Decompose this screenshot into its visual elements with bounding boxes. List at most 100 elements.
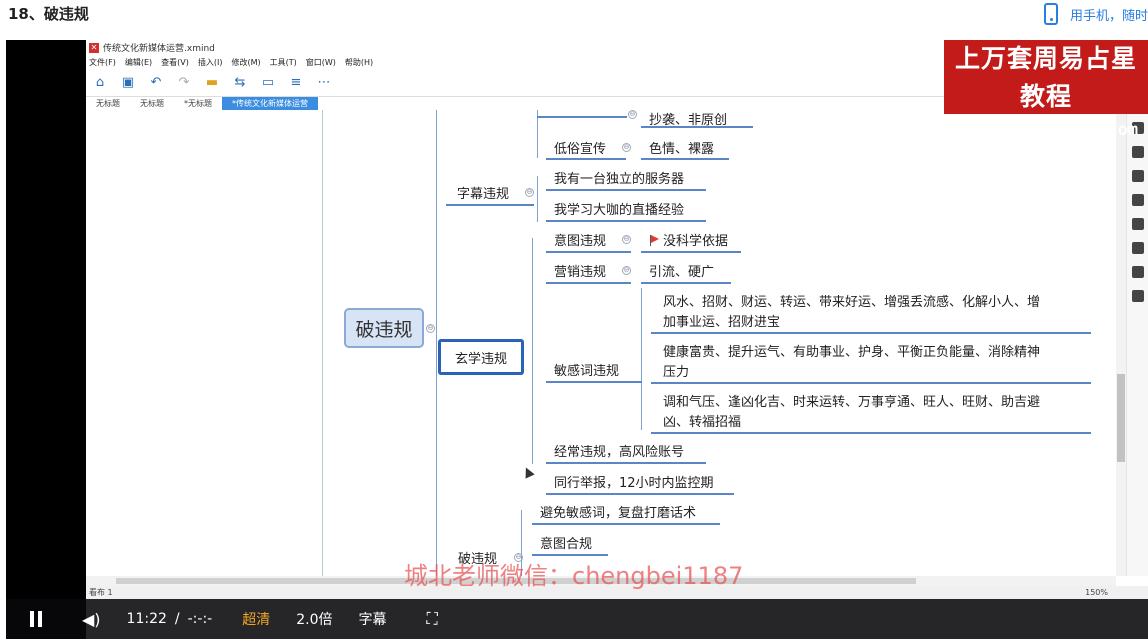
topic-underline [546,493,734,495]
root-topic[interactable]: 破违规 [344,308,424,348]
label-icon[interactable] [1131,218,1144,230]
topic-underline [546,189,706,191]
topic-subtitle-1[interactable]: 我有一台独立的服务器 [554,168,684,187]
topic-sensitive-words[interactable]: 敏感词违规 [554,360,619,379]
connector [532,238,533,464]
relationship-icon[interactable]: ⇆ [232,75,248,91]
topic-icon[interactable]: ▬ [204,75,220,91]
topic-underline [641,158,729,160]
menu-edit[interactable]: 编辑(E) [125,57,152,68]
topic-underline [641,251,741,253]
speed-button[interactable]: 2.0倍 [296,609,332,629]
fullscreen-icon[interactable]: ⛶ [426,609,437,629]
home-icon[interactable]: ⌂ [92,75,108,91]
topic-underline [651,432,1091,434]
topic-sensitive-3b[interactable]: 凶、转福招福 [663,411,741,430]
topic-underline [546,158,626,160]
topic-avoid-sensitive[interactable]: 避免敏感词，复盘打磨话术 [540,502,696,521]
watermark-banner: 上万套周易占星教程 www.265zhouyiw.com [944,40,1148,140]
task-icon[interactable] [1131,290,1144,302]
video-player[interactable]: ✕ 传统文化新媒体运营.xmind 文件(F) 编辑(E) 查看(V) 插入(I… [6,40,1148,639]
topic-sensitive-1a[interactable]: 风水、招财、财运、转运、带来好运、增强丢流感、化解小人、增 [663,291,1040,310]
topic-underline [532,523,720,525]
tab-active-document[interactable]: *传统文化新媒体运营 [222,97,318,110]
xmind-window: ✕ 传统文化新媒体运营.xmind 文件(F) 编辑(E) 查看(V) 插入(I… [86,40,1148,599]
tab-untitled-3[interactable]: *无标题 [174,97,222,110]
connector [537,176,538,222]
undo-icon[interactable]: ↶ [148,75,164,91]
scroll-thumb[interactable] [1117,374,1125,462]
collapse-icon[interactable]: ⊖ [622,143,631,152]
boundary-icon[interactable]: ▭ [260,75,276,91]
save-icon[interactable]: ▣ [120,75,136,91]
topic-vulgar-leaf[interactable]: 色情、裸露 [649,138,714,157]
menu-help[interactable]: 帮助(H) [345,57,373,68]
topic-frequent-violation[interactable]: 经常违规，高风险账号 [554,441,684,460]
topic-sensitive-2a[interactable]: 健康富贵、提升运气、有助事业、护身、平衡正负能量、消除精神 [663,341,1040,360]
collapse-icon[interactable]: ⊖ [628,110,637,119]
topic-intent-violation[interactable]: 意图违规 [554,230,606,249]
topic-underline [546,462,706,464]
phone-icon [1043,3,1058,25]
topic-peer-report[interactable]: 同行举报，12小时内监控期 [554,472,714,491]
pause-icon[interactable] [30,611,42,627]
menu-insert[interactable]: 插入(I) [198,57,223,68]
page-title: 18、破违规 [8,5,89,23]
comment-icon[interactable] [1131,266,1144,278]
vertical-scrollbar[interactable] [1116,110,1126,576]
topic-marketing-violation[interactable]: 营销违规 [554,261,606,280]
topic-intent-leaf[interactable]: 没科学依据 [649,230,728,249]
current-time: 11:22 [126,611,167,627]
topic-subtitle-violation[interactable]: 字幕违规 [457,183,509,202]
topic-underline [546,381,642,383]
connector [322,110,323,576]
tab-untitled-2[interactable]: 无标题 [130,97,174,110]
topic-intent-compliant[interactable]: 意图合规 [540,533,592,552]
collapse-icon[interactable]: ⊖ [525,188,534,197]
volume-icon[interactable]: ◀) [82,610,101,629]
mobile-watch-link[interactable]: 用手机，随时 [1043,3,1148,25]
topic-underline [546,251,631,253]
xmind-logo-icon: ✕ [89,42,99,53]
menu-tools[interactable]: 工具(T) [270,57,297,68]
collapse-icon[interactable]: ⊖ [426,324,435,333]
summary-icon[interactable]: ≡ [288,75,304,91]
notes-icon[interactable] [1131,242,1144,254]
marker-flag-icon[interactable] [1131,194,1144,206]
player-controls: ◀) 11:22 / -:-:- 超清 2.0倍 字幕 ⛶ [6,599,1148,639]
zoom-level[interactable]: 150% [1085,586,1108,599]
tab-untitled-1[interactable]: 无标题 [86,97,130,110]
watermark-line2: www.265zhouyiw.com [953,120,1139,140]
topic-underline [651,332,1091,334]
format-brush-icon[interactable] [1131,146,1144,158]
more-icon[interactable]: ⋯ [316,75,332,91]
menu-modify[interactable]: 修改(M) [231,57,260,68]
topic-sensitive-1b[interactable]: 加事业运、招财进宝 [663,311,780,330]
topic-marketing-leaf[interactable]: 引流、硬广 [649,261,714,280]
mobile-link-label: 用手机，随时 [1069,8,1148,24]
collapse-icon[interactable]: ⊖ [622,266,631,275]
connector [641,288,642,430]
quality-button[interactable]: 超清 [242,609,270,629]
collapse-icon[interactable]: ⊖ [622,235,631,244]
duration: -:-:- [187,611,213,627]
topic-subtitle-2[interactable]: 我学习大咖的直播经验 [554,199,684,218]
topic-sensitive-3a[interactable]: 调和气压、逢凶化吉、时来运转、万事亨通、旺人、旺财、助吉避 [663,391,1040,410]
subtitle-button[interactable]: 字幕 [358,609,386,629]
menu-view[interactable]: 查看(V) [161,57,189,68]
redo-icon[interactable]: ↷ [176,75,192,91]
menu-window[interactable]: 窗口(W) [306,57,336,68]
image-icon[interactable] [1131,170,1144,182]
watermark-line1: 上万套周易占星教程 [954,44,1137,111]
sheet-label: 看布 1 [89,588,113,597]
mouse-cursor [521,465,535,479]
topic-mystic-violation[interactable]: 玄学违规 [438,339,524,375]
topic-sensitive-2b[interactable]: 压力 [663,361,689,380]
topic-underline [641,282,731,284]
window-title: 传统文化新媒体运营.xmind [103,44,215,54]
topic-underline [641,126,753,128]
connector [436,110,437,576]
mindmap-canvas[interactable]: ⊖ 抄袭、非原创 低俗宣传 ⊖ 色情、裸露 字幕违规 ⊖ 我有一台独立的服务器 … [86,110,1116,576]
menu-file[interactable]: 文件(F) [89,57,116,68]
topic-vulgar[interactable]: 低俗宣传 [554,138,606,157]
